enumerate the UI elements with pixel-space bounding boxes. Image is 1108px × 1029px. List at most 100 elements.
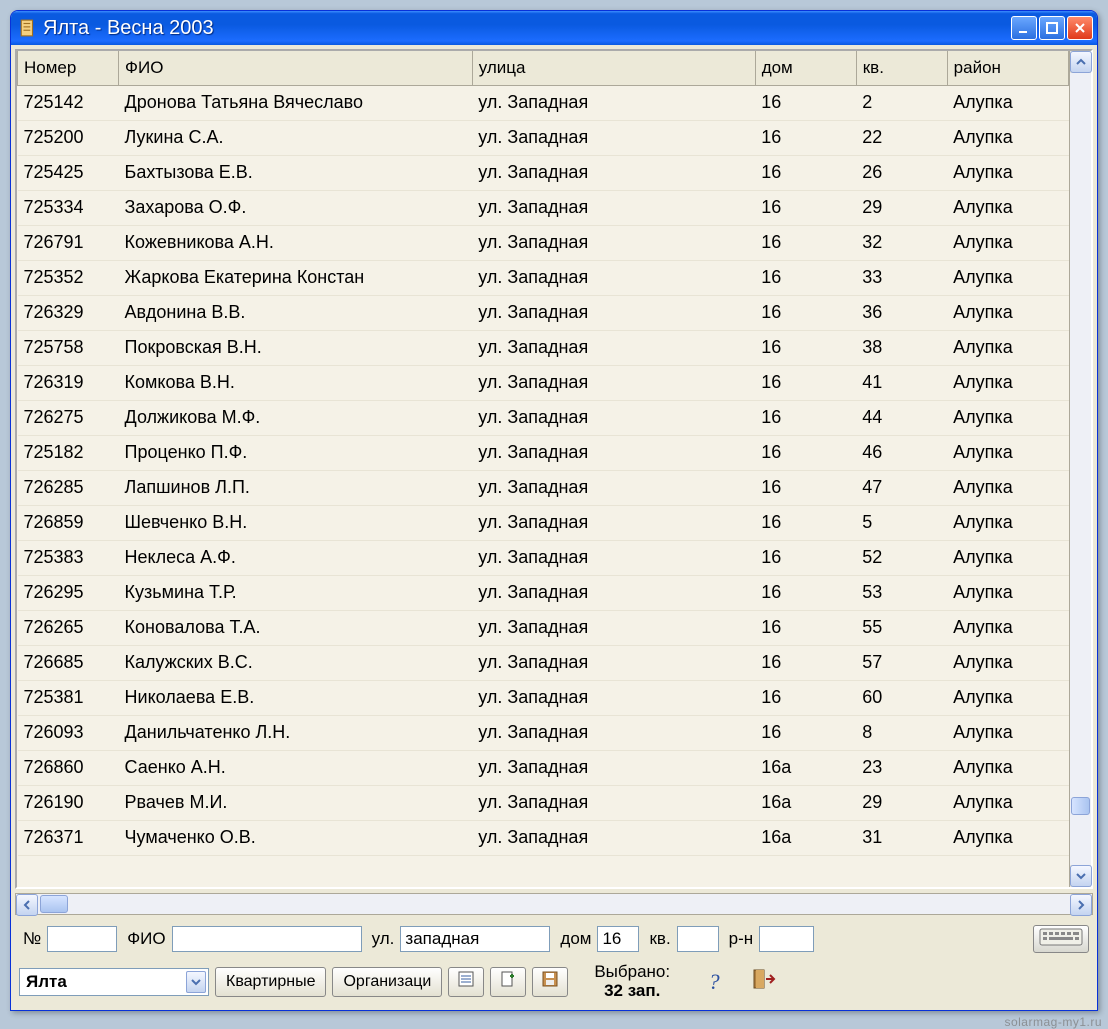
cell-street: ул. Западная (472, 750, 755, 785)
cell-num: 725200 (18, 120, 119, 155)
scroll-down-icon[interactable] (1070, 865, 1092, 887)
table-row[interactable]: 726860Саенко А.Н.ул. Западная16а23Алупка (18, 750, 1069, 785)
cell-fio: Авдонина В.В. (119, 295, 473, 330)
scrollbar-track[interactable] (1070, 73, 1091, 865)
cell-apt: 47 (856, 470, 947, 505)
table-row[interactable]: 726265Коновалова Т.А.ул. Западная1655Алу… (18, 610, 1069, 645)
cell-region: Алупка (947, 295, 1068, 330)
cell-fio: Неклеса А.Ф. (119, 540, 473, 575)
cell-street: ул. Западная (472, 820, 755, 855)
table-row[interactable]: 725182Проценко П.Ф.ул. Западная1646Алупк… (18, 435, 1069, 470)
table-row[interactable]: 726371Чумаченко О.В.ул. Западная16а31Алу… (18, 820, 1069, 855)
column-header-apt[interactable]: кв. (856, 51, 947, 85)
cell-num: 726685 (18, 645, 119, 680)
filter-num-input[interactable] (47, 926, 117, 952)
cell-region: Алупка (947, 400, 1068, 435)
column-header-number[interactable]: Номер (18, 51, 119, 85)
column-header-region[interactable]: район (947, 51, 1068, 85)
cell-apt: 55 (856, 610, 947, 645)
cell-region: Алупка (947, 330, 1068, 365)
cell-num: 726295 (18, 575, 119, 610)
table-row[interactable]: 725200Лукина С.А.ул. Западная1622Алупка (18, 120, 1069, 155)
cell-house: 16 (755, 155, 856, 190)
scrollbar-thumb[interactable] (1071, 797, 1090, 815)
minimize-button[interactable] (1011, 16, 1037, 40)
table-row[interactable]: 726791Кожевникова А.Н.ул. Западная1632Ал… (18, 225, 1069, 260)
table-row[interactable]: 725383Неклеса А.Ф.ул. Западная1652Алупка (18, 540, 1069, 575)
column-header-fio[interactable]: ФИО (119, 51, 473, 85)
h-scrollbar-thumb[interactable] (40, 895, 68, 913)
table-row[interactable]: 725758Покровская В.Н.ул. Западная1638Алу… (18, 330, 1069, 365)
cell-num: 725758 (18, 330, 119, 365)
apartments-button[interactable]: Квартирные (215, 967, 326, 997)
table-row[interactable]: 725425Бахтызова Е.В.ул. Западная1626Алуп… (18, 155, 1069, 190)
table-row[interactable]: 726285Лапшинов Л.П.ул. Западная1647Алупк… (18, 470, 1069, 505)
add-record-button[interactable] (490, 967, 526, 997)
cell-apt: 36 (856, 295, 947, 330)
cell-region: Алупка (947, 680, 1068, 715)
cell-apt: 46 (856, 435, 947, 470)
table-row[interactable]: 725334Захарова О.Ф.ул. Западная1629Алупк… (18, 190, 1069, 225)
filter-house-input[interactable] (597, 926, 639, 952)
table-row[interactable]: 726319Комкова В.Н.ул. Западная1641Алупка (18, 365, 1069, 400)
table-row[interactable]: 726329Авдонина В.В.ул. Западная1636Алупк… (18, 295, 1069, 330)
cell-region: Алупка (947, 610, 1068, 645)
cell-street: ул. Западная (472, 365, 755, 400)
close-button[interactable] (1067, 16, 1093, 40)
scroll-left-icon[interactable] (16, 894, 38, 916)
vertical-scrollbar[interactable] (1069, 51, 1091, 887)
cell-apt: 57 (856, 645, 947, 680)
city-dropdown[interactable]: Ялта (19, 968, 209, 996)
cell-num: 725352 (18, 260, 119, 295)
filter-apt-label: кв. (649, 929, 670, 949)
cell-house: 16 (755, 680, 856, 715)
filter-region-input[interactable] (759, 926, 814, 952)
cell-region: Алупка (947, 225, 1068, 260)
cell-region: Алупка (947, 540, 1068, 575)
save-record-button[interactable] (532, 967, 568, 997)
cell-street: ул. Западная (472, 400, 755, 435)
exit-button[interactable] (746, 967, 782, 997)
cell-fio: Должикова М.Ф. (119, 400, 473, 435)
horizontal-scrollbar[interactable] (15, 893, 1093, 915)
keyboard-icon (1039, 928, 1083, 951)
scroll-right-icon[interactable] (1070, 894, 1092, 916)
cell-region: Алупка (947, 785, 1068, 820)
table-row[interactable]: 726295Кузьмина Т.Р.ул. Западная1653Алупк… (18, 575, 1069, 610)
window-title: Ялта - Весна 2003 (43, 17, 1011, 40)
table-row[interactable]: 726190Рвачев М.И.ул. Западная16а29Алупка (18, 785, 1069, 820)
cell-fio: Лапшинов Л.П. (119, 470, 473, 505)
filter-fio-input[interactable] (172, 926, 362, 952)
help-button[interactable]: ? (696, 967, 732, 997)
keyboard-button[interactable] (1033, 925, 1089, 953)
cell-apt: 53 (856, 575, 947, 610)
h-scrollbar-track[interactable] (38, 894, 1070, 914)
cell-fio: Лукина С.А. (119, 120, 473, 155)
titlebar[interactable]: Ялта - Весна 2003 (11, 11, 1097, 45)
column-header-street[interactable]: улица (472, 51, 755, 85)
filter-apt-input[interactable] (677, 926, 719, 952)
maximize-button[interactable] (1039, 16, 1065, 40)
cell-region: Алупка (947, 820, 1068, 855)
cell-street: ул. Западная (472, 540, 755, 575)
table-row[interactable]: 726093Данильчатенко Л.Н.ул. Западная168А… (18, 715, 1069, 750)
table-row[interactable]: 726685Калужских В.С.ул. Западная1657Алуп… (18, 645, 1069, 680)
cell-house: 16 (755, 435, 856, 470)
cell-fio: Проценко П.Ф. (119, 435, 473, 470)
table-row[interactable]: 726859Шевченко В.Н.ул. Западная165Алупка (18, 505, 1069, 540)
column-header-house[interactable]: дом (755, 51, 856, 85)
scroll-up-icon[interactable] (1070, 51, 1092, 73)
filter-street-input[interactable] (400, 926, 550, 952)
cell-street: ул. Западная (472, 120, 755, 155)
cell-apt: 23 (856, 750, 947, 785)
table-row[interactable]: 725142Дронова Татьяна Вячеславоул. Запад… (18, 85, 1069, 120)
cell-region: Алупка (947, 155, 1068, 190)
selected-label: Выбрано: (594, 963, 670, 982)
table-row[interactable]: 725381Николаева Е.В.ул. Западная1660Алуп… (18, 680, 1069, 715)
table-row[interactable]: 725352Жаркова Екатерина Констанул. Запад… (18, 260, 1069, 295)
selected-value: 32 зап. (594, 982, 670, 1001)
list-view-button[interactable] (448, 967, 484, 997)
cell-fio: Бахтызова Е.В. (119, 155, 473, 190)
organizations-button[interactable]: Организаци (332, 967, 442, 997)
table-row[interactable]: 726275Должикова М.Ф.ул. Западная1644Алуп… (18, 400, 1069, 435)
